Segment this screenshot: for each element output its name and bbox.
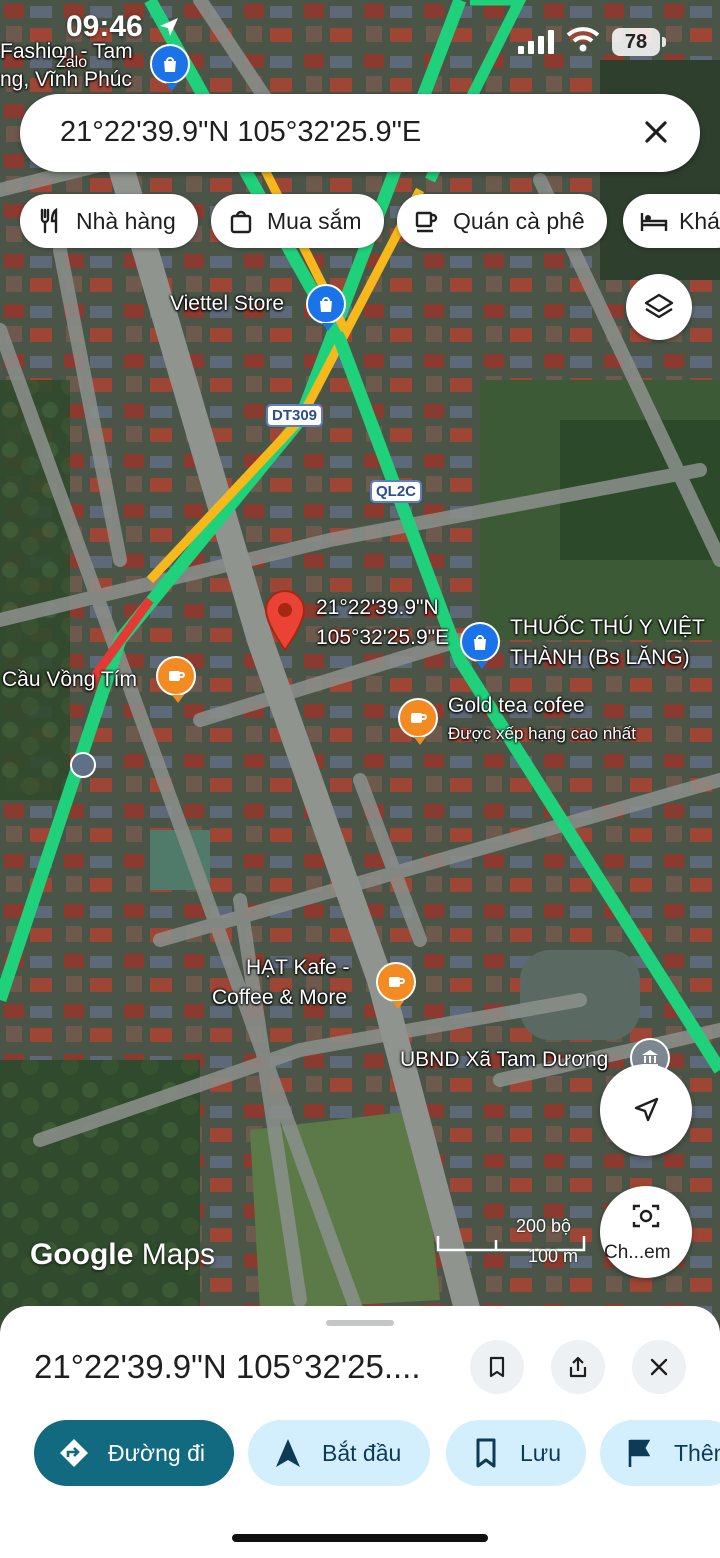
coffee-icon [415,211,438,233]
my-location-button[interactable] [600,1064,692,1156]
poi-label-gold-tea-rating: Được xếp hạng cao nhất [448,724,636,743]
poi-label-hat-kafe[interactable]: HẠT Kafe - [246,956,349,980]
coffee-poi-icon[interactable] [156,656,196,703]
save-label: Lưu [520,1440,561,1466]
scale-imperial: 200 bộ [516,1216,572,1236]
poi-label-thuoc-thu-y[interactable]: THUỐC THÚ Y VIỆT [510,616,705,640]
sheet-drag-handle[interactable] [326,1320,394,1326]
poi-label-ubnd[interactable]: UBND Xã Tam Dương [400,1048,608,1072]
poi-label-cau-vong-tim[interactable]: Cầu Vồng Tím [2,668,137,692]
start-button[interactable]: Bắt đầu [248,1420,430,1486]
camera-button-label: Ch...em [604,1242,671,1263]
bed-icon [640,213,668,231]
battery-indicator: 78 [612,28,666,56]
chip-label: Khá [679,208,720,234]
search-bar[interactable]: 21°22'39.9"N 105°32'25.9"E [20,94,700,172]
logo-google: Google [30,1238,134,1271]
location-pin-icon[interactable] [262,588,308,652]
layers-icon [644,293,674,319]
coffee-poi-icon[interactable] [398,698,438,745]
camera-search-button[interactable]: Ch...em [600,1186,692,1278]
start-label: Bắt đầu [322,1440,402,1466]
chip-label: Nhà hàng [76,208,176,234]
save-button[interactable]: Lưu [446,1420,586,1486]
directions-button[interactable]: Đường đi [34,1420,234,1486]
place-title: 21°22'39.9"N 105°32'25.... [34,1348,421,1385]
directions-label: Đường đi [108,1440,205,1466]
road-shield-dt309: DT309 [266,404,324,427]
chip-coffee[interactable]: Quán cà phê [397,194,607,248]
shopping-bag-icon [230,210,252,234]
flag-icon [628,1439,651,1467]
bookmark-icon [489,1356,505,1378]
map-scale: 200 bộ 100 m [436,1216,586,1270]
camera-lens-icon [632,1204,660,1228]
cellular-signal-icon [518,30,554,54]
bus-stop-icon[interactable] [70,752,96,778]
google-maps-logo: Google Maps [30,1238,215,1272]
poi-label-hat-kafe-2[interactable]: Coffee & More [212,986,347,1010]
close-icon [650,1358,668,1376]
clear-search-icon[interactable] [638,114,674,150]
scale-metric: 100 m [528,1246,579,1266]
share-icon-button[interactable] [551,1340,605,1394]
navigation-arrow-icon [276,1439,300,1467]
layers-button[interactable] [626,274,692,340]
poi-label-viettel-store[interactable]: Viettel Store [170,292,284,316]
navigation-arrow-icon [634,1097,659,1122]
status-bar: 09:46 78 [0,0,720,60]
search-query[interactable]: 21°22'39.9"N 105°32'25.9"E [60,116,421,149]
pin-coordinate-lat: 21°22'39.9"N [316,596,439,619]
shopping-poi-icon[interactable] [306,284,346,331]
poi-label-gold-tea[interactable]: Gold tea cofee [448,694,585,718]
pin-coordinate-lng: 105°32'25.9"E [316,626,450,649]
logo-maps: Maps [141,1238,216,1271]
save-icon-button[interactable] [470,1340,524,1394]
close-sheet-button[interactable] [632,1340,686,1394]
directions-icon [60,1439,88,1467]
chip-hotels[interactable]: Khá [623,194,720,248]
restaurant-icon [40,207,58,234]
status-time: 09:46 [66,10,143,43]
poi-label-vinh-phuc[interactable]: ng, Vĩnh Phúc [0,68,132,92]
home-indicator [232,1534,488,1542]
bookmark-icon [476,1438,496,1468]
chip-label: Mua sắm [267,208,362,234]
coffee-poi-icon[interactable] [376,962,416,1009]
chip-shopping[interactable]: Mua sắm [211,194,384,248]
more-label: Thêm [674,1440,720,1466]
share-icon [569,1356,587,1378]
wifi-icon [566,27,600,52]
poi-label-thuoc-thu-y-2[interactable]: THÀNH (Bs LĂNG) [510,646,690,670]
chip-restaurants[interactable]: Nhà hàng [20,194,198,248]
more-button[interactable]: Thêm [600,1420,720,1486]
place-bottom-sheet[interactable]: 21°22'39.9"N 105°32'25.... Đường đi Bắt … [0,1306,720,1558]
location-services-icon [160,18,178,36]
road-shield-ql2c: QL2C [370,480,423,503]
chip-label: Quán cà phê [453,208,585,234]
shopping-poi-icon[interactable] [460,622,500,669]
